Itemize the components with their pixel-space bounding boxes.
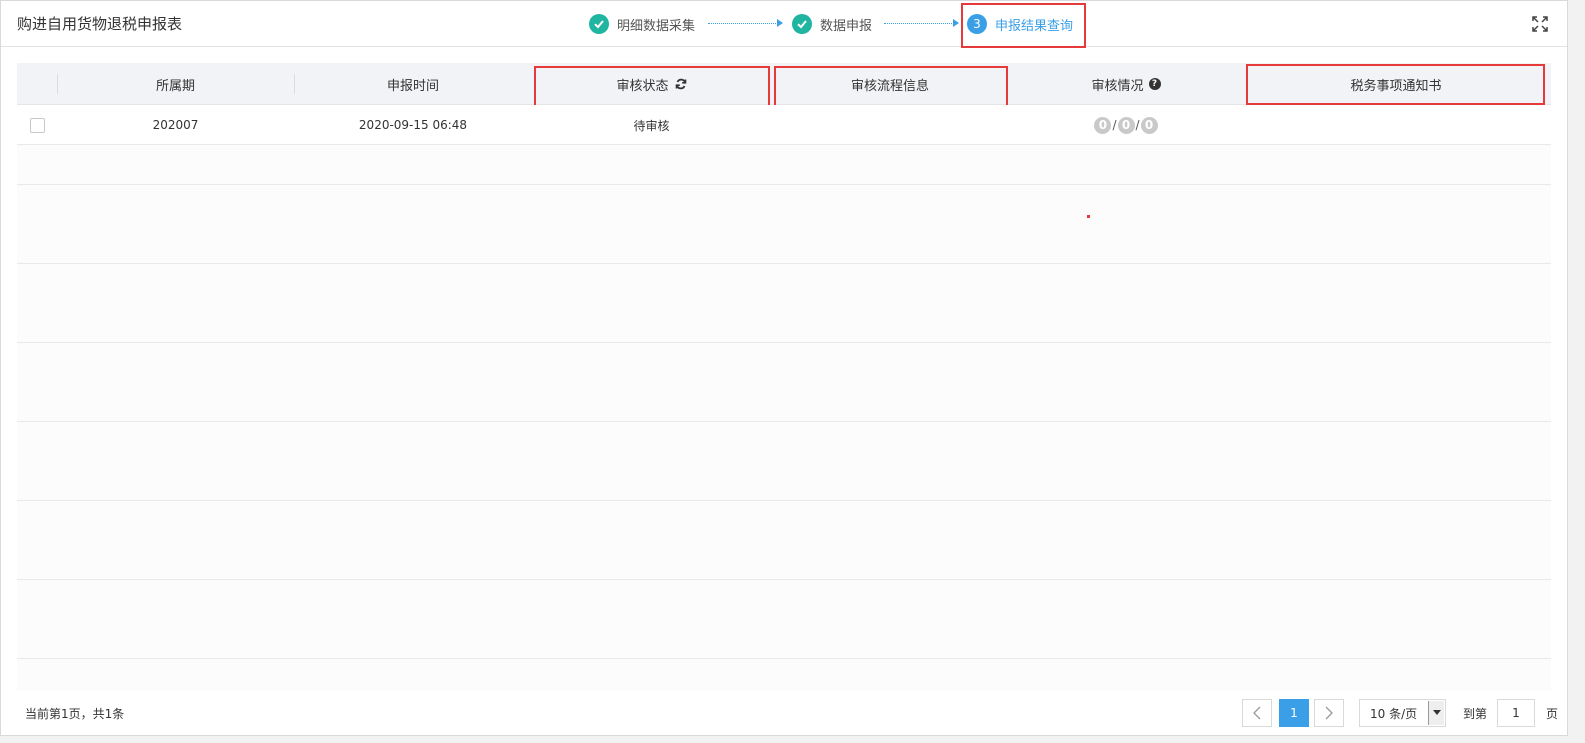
- pagination-info: 当前第1页，共1条: [25, 707, 125, 721]
- arrow-right-icon: [777, 19, 783, 27]
- empty-row: [17, 540, 1551, 580]
- check-icon: [589, 14, 609, 34]
- result-table: 所属期 申报时间 审核状态 审核流程信息 审核情况 ? 税务事项通知书 2020…: [17, 63, 1551, 691]
- row-checkbox[interactable]: [30, 118, 45, 133]
- column-header-period: 所属期: [155, 78, 195, 94]
- empty-row: [17, 422, 1551, 462]
- step-label: 明细数据采集: [617, 18, 696, 34]
- next-page-button[interactable]: [1314, 699, 1344, 727]
- cell-review-detail: 0 / 0 / 0: [1006, 105, 1246, 145]
- empty-row: [17, 185, 1551, 225]
- count-badge[interactable]: 0: [1140, 116, 1158, 134]
- empty-row: [17, 619, 1551, 659]
- step-detail-collection[interactable]: 明细数据采集: [589, 13, 695, 35]
- chevron-right-icon: [1325, 706, 1333, 720]
- empty-row: [17, 580, 1551, 620]
- step-data-report[interactable]: 数据申报: [792, 13, 872, 35]
- cell-tax-notice: [1246, 105, 1546, 145]
- cell-report-time: 2020-09-15 06:48: [358, 118, 468, 132]
- page-size-select[interactable]: 10 条/页: [1359, 699, 1446, 727]
- separator: /: [1135, 118, 1140, 132]
- step-connector: [884, 23, 954, 25]
- table-row[interactable]: 202007 2020-09-15 06:48 待审核 0 / 0 / 0: [17, 105, 1551, 145]
- empty-row: [17, 659, 1551, 691]
- column-header-report-time: 申报时间: [386, 78, 439, 94]
- highlight-box: [961, 3, 1086, 48]
- goto-page-input[interactable]: [1497, 699, 1535, 727]
- empty-row: [17, 461, 1551, 501]
- check-icon: [792, 14, 812, 34]
- fullscreen-icon[interactable]: [1531, 15, 1549, 33]
- goto-suffix: 页: [1546, 707, 1559, 721]
- empty-row: [17, 343, 1551, 383]
- page-size-value: 10 条/页: [1370, 706, 1418, 721]
- cell-process-info: [774, 105, 1006, 145]
- highlight-box: [1246, 64, 1545, 105]
- prev-page-button[interactable]: [1242, 699, 1272, 727]
- question-icon[interactable]: ?: [1148, 78, 1161, 90]
- column-header-review-detail: 审核情况 ?: [1006, 63, 1246, 105]
- caret-down-icon: [1428, 701, 1444, 725]
- empty-row: [17, 382, 1551, 422]
- cell-review-status: 待审核: [633, 118, 670, 133]
- step-indicator: 明细数据采集 数据申报 3 申报结果查询: [1, 1, 1567, 48]
- count-badge[interactable]: 0: [1094, 116, 1112, 134]
- step-connector: [708, 23, 778, 25]
- table-header: 所属期 申报时间 审核状态 审核流程信息 审核情况 ? 税务事项通知书: [17, 63, 1551, 107]
- empty-row: [17, 145, 1551, 185]
- highlight-box: [774, 66, 1008, 107]
- arrow-right-icon: [953, 19, 959, 27]
- chevron-left-icon: [1253, 706, 1261, 720]
- separator: /: [1112, 118, 1117, 132]
- highlight-box: [534, 66, 770, 107]
- header-bar: 购进自用货物退税申报表 明细数据采集 数据申报 3 申报结果查询: [1, 1, 1567, 48]
- red-marker: [1087, 215, 1090, 218]
- step-label: 数据申报: [820, 18, 873, 34]
- cell-period: 202007: [152, 118, 199, 132]
- empty-row: [17, 501, 1551, 541]
- goto-label: 到第: [1463, 707, 1488, 721]
- count-badge[interactable]: 0: [1117, 116, 1135, 134]
- empty-row: [17, 303, 1551, 343]
- page-number-button[interactable]: 1: [1279, 699, 1309, 727]
- app-window: 购进自用货物退税申报表 明细数据采集 数据申报 3 申报结果查询 所属期 申报时…: [0, 0, 1568, 736]
- empty-row: [17, 264, 1551, 304]
- empty-row: [17, 224, 1551, 264]
